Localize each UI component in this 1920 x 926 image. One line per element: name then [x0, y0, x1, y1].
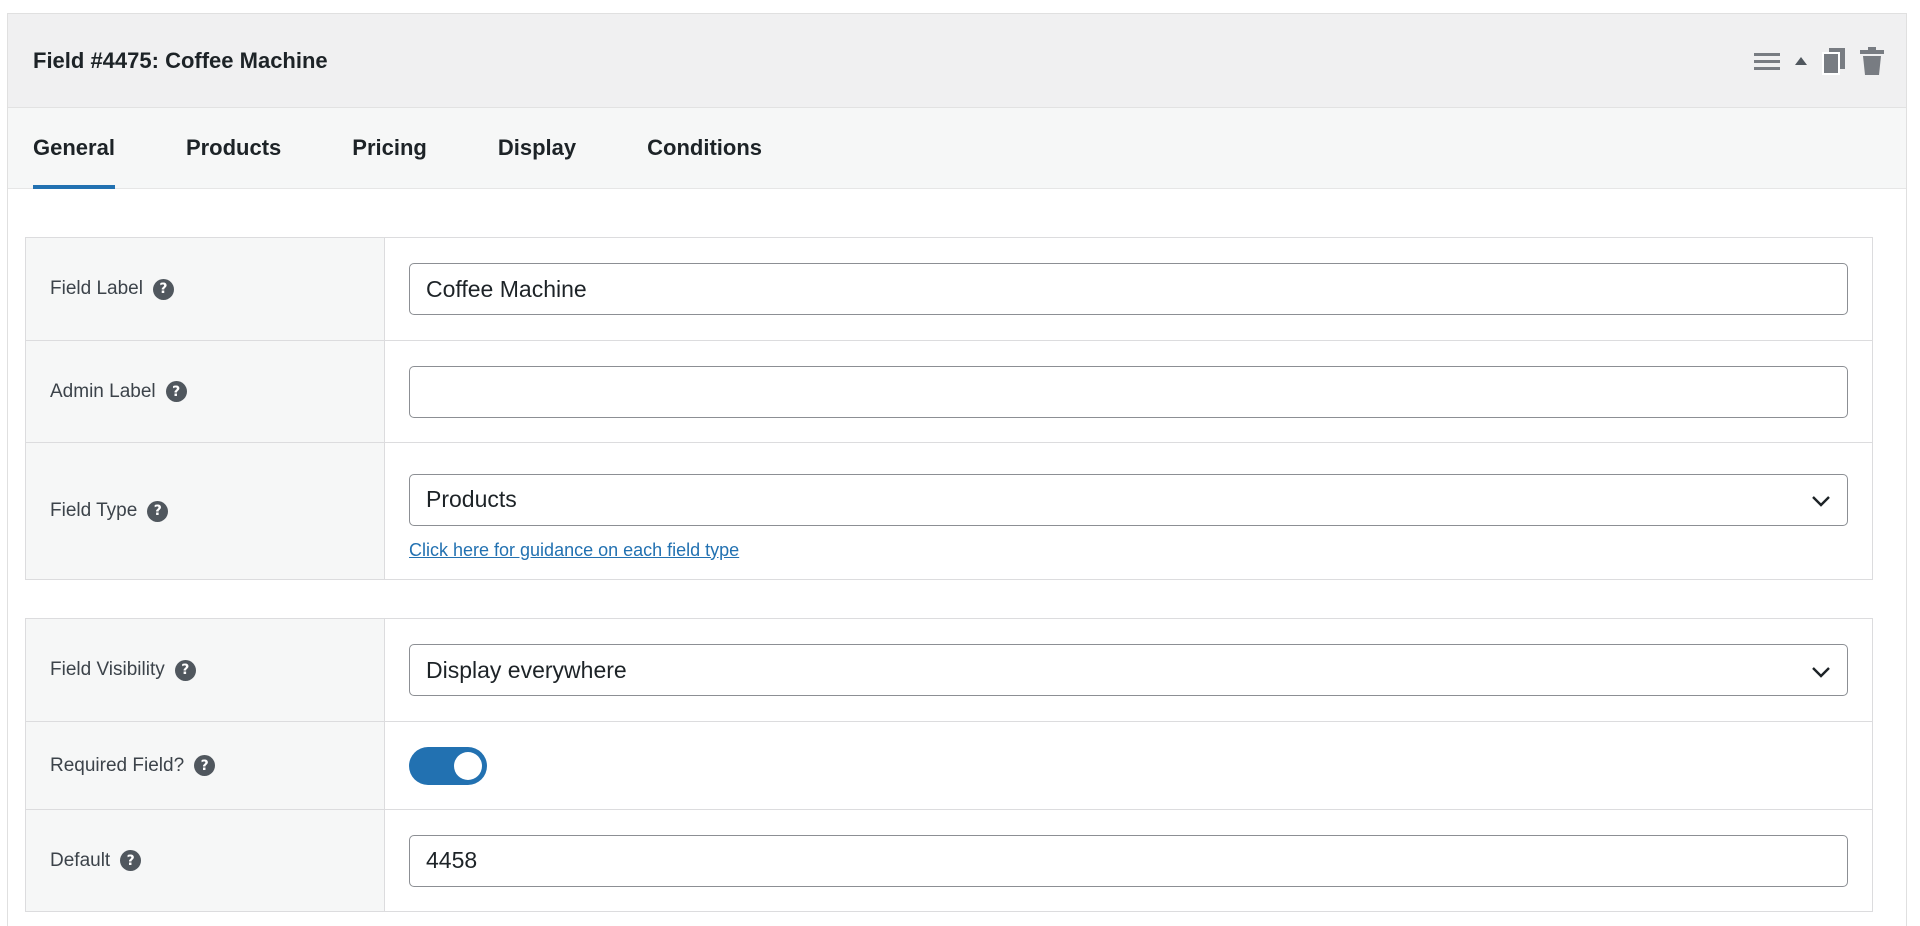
admin-label-label-cell: Admin Label ? [26, 341, 385, 442]
field-label-label: Field Label [50, 278, 143, 299]
tab-display[interactable]: Display [498, 108, 576, 188]
field-type-value-cell: Products Click here for guidance on each… [385, 443, 1872, 579]
menu-icon[interactable] [1754, 51, 1780, 71]
field-label-row: Field Label ? [26, 238, 1872, 340]
field-type-select[interactable]: Products [409, 473, 1848, 526]
required-field-label: Required Field? [50, 754, 185, 776]
required-field-row: Required Field? ? [26, 721, 1872, 809]
field-visibility-value-cell: Display everywhere [385, 619, 1872, 721]
duplicate-icon[interactable] [1822, 47, 1846, 75]
panel-title: Field #4475: Coffee Machine [33, 47, 328, 73]
field-visibility-selected-value: Display everywhere [426, 656, 627, 683]
admin-label-input[interactable] [409, 365, 1848, 418]
field-visibility-select[interactable]: Display everywhere [409, 644, 1848, 696]
tab-conditions[interactable]: Conditions [647, 108, 762, 188]
field-type-guide-link[interactable]: Click here for guidance on each field ty… [409, 540, 1848, 561]
chevron-down-icon [1811, 657, 1831, 684]
required-field-value-cell [385, 722, 1872, 809]
panel-header: Field #4475: Coffee Machine [8, 14, 1906, 108]
default-value-cell [385, 810, 1872, 911]
default-label-cell: Default ? [26, 810, 385, 911]
collapse-arrow-icon[interactable] [1794, 55, 1808, 67]
tab-general[interactable]: General [33, 108, 115, 189]
default-label: Default [50, 849, 111, 871]
tab-pricing[interactable]: Pricing [352, 108, 427, 188]
field-type-label: Field Type [50, 500, 138, 521]
help-icon[interactable]: ? [120, 850, 142, 871]
default-input[interactable] [409, 834, 1848, 887]
admin-label-value-cell [385, 341, 1872, 442]
toggle-knob [454, 751, 482, 780]
help-icon[interactable]: ? [165, 381, 187, 402]
required-field-toggle[interactable] [409, 746, 487, 785]
help-icon[interactable]: ? [152, 278, 174, 300]
field-label-input[interactable] [409, 263, 1848, 315]
general-settings-table: Field Label ? Admin Label ? Field Type ?… [25, 237, 1873, 580]
field-type-label-cell: Field Type ? [26, 443, 385, 579]
chevron-down-icon [1811, 486, 1831, 513]
help-icon[interactable]: ? [194, 755, 216, 776]
field-type-row: Field Type ? Products Click here for gui… [26, 442, 1872, 579]
admin-label-row: Admin Label ? [26, 340, 1872, 442]
admin-label-label: Admin Label [50, 380, 156, 402]
required-field-label-cell: Required Field? ? [26, 722, 385, 809]
field-visibility-label-cell: Field Visibility ? [26, 619, 385, 721]
trash-icon[interactable] [1860, 46, 1884, 75]
tab-products[interactable]: Products [186, 108, 281, 188]
tab-bar: General Products Pricing Display Conditi… [8, 108, 1906, 189]
default-row: Default ? [26, 809, 1872, 911]
field-type-selected-value: Products [426, 486, 517, 512]
header-actions [1754, 46, 1884, 75]
field-label-value-cell [385, 238, 1872, 340]
field-label-label-cell: Field Label ? [26, 238, 385, 340]
help-icon[interactable]: ? [174, 659, 196, 681]
field-visibility-row: Field Visibility ? Display everywhere [26, 619, 1872, 721]
field-visibility-label: Field Visibility [50, 659, 165, 680]
visibility-settings-table: Field Visibility ? Display everywhere Re… [25, 618, 1873, 912]
help-icon[interactable]: ? [147, 500, 169, 522]
